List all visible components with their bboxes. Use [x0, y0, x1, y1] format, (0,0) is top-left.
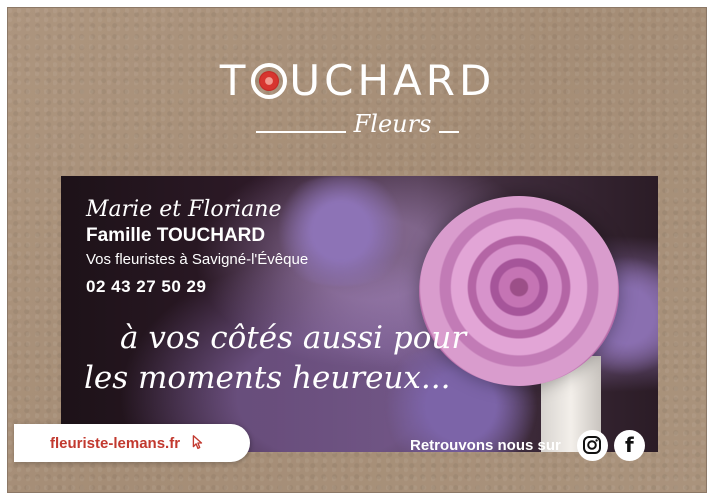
- brand-name-part1: T: [219, 56, 250, 105]
- website-link[interactable]: fleuriste-lemans.fr: [14, 424, 250, 462]
- facebook-button[interactable]: f: [613, 429, 645, 461]
- rose-logo-icon: [251, 63, 288, 99]
- subtitle-right-line: [439, 130, 460, 133]
- brand-subtitle-wrap: Fleurs: [0, 110, 715, 138]
- facebook-icon: f: [625, 433, 634, 457]
- contact-block: Marie et Floriane Famille TOUCHARD Vos f…: [86, 196, 308, 302]
- subtitle-left-line: [255, 130, 346, 133]
- owner-names: Marie et Floriane: [86, 197, 282, 222]
- social-label: Retrouvons nous sur: [410, 436, 561, 454]
- website-url[interactable]: fleuriste-lemans.fr: [50, 435, 180, 452]
- brand-name-part2: UCHARD: [289, 56, 496, 105]
- family-name: Famille TOUCHARD: [86, 225, 266, 246]
- brand-subtitle: Fleurs: [353, 110, 432, 138]
- instagram-icon: [583, 436, 602, 454]
- tagline-line2: les moments heureux...: [84, 360, 451, 396]
- brand-logo: T UCHARD: [0, 58, 715, 104]
- tagline: à vos côtés aussi pour les moments heure…: [84, 318, 466, 398]
- shop-description: Vos fleuristes à Savigné-l'Évêque: [86, 251, 309, 268]
- tagline-line1: à vos côtés aussi pour: [120, 320, 467, 356]
- instagram-button[interactable]: [576, 429, 608, 461]
- phone-number[interactable]: 02 43 27 50 29: [86, 272, 308, 302]
- pointer-cursor-icon: [192, 435, 203, 450]
- social-links: Retrouvons nous sur f: [410, 428, 645, 462]
